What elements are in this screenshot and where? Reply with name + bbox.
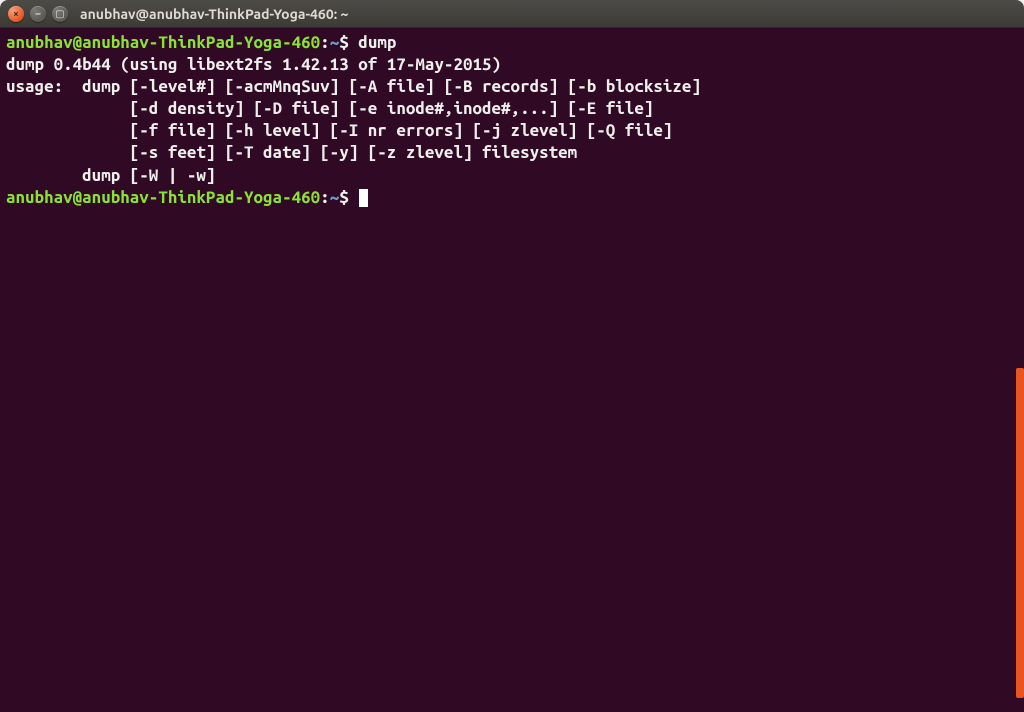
output-line: [-s feet] [-T date] [-y] [-z zlevel] fil… (6, 143, 577, 162)
output-line: usage: dump [-level#] [-acmMnqSuv] [-A f… (6, 77, 701, 96)
prompt-path: ~ (330, 188, 340, 207)
window-titlebar: × – ▢ anubhav@anubhav-ThinkPad-Yoga-460:… (0, 0, 1024, 28)
text-cursor (359, 189, 368, 207)
minimize-icon: – (36, 9, 41, 19)
prompt-path: ~ (330, 33, 340, 52)
output-line: [-f file] [-h level] [-I nr errors] [-j … (6, 121, 672, 140)
terminal-window: × – ▢ anubhav@anubhav-ThinkPad-Yoga-460:… (0, 0, 1024, 712)
close-icon: × (13, 9, 19, 19)
prompt-userhost: anubhav@anubhav-ThinkPad-Yoga-460 (6, 188, 320, 207)
output-line: [-d density] [-D file] [-e inode#,inode#… (6, 99, 653, 118)
window-title: anubhav@anubhav-ThinkPad-Yoga-460: ~ (80, 6, 348, 22)
minimize-button[interactable]: – (30, 6, 46, 22)
prompt-sigil: $ (339, 188, 349, 207)
prompt-userhost: anubhav@anubhav-ThinkPad-Yoga-460 (6, 33, 320, 52)
prompt-sigil: $ (339, 33, 349, 52)
close-button[interactable]: × (8, 6, 24, 22)
window-controls: × – ▢ (8, 6, 68, 22)
maximize-button[interactable]: ▢ (52, 6, 68, 22)
output-line: dump 0.4b44 (using libext2fs 1.42.13 of … (6, 55, 501, 74)
prompt-separator: : (320, 188, 330, 207)
terminal-content[interactable]: anubhav@anubhav-ThinkPad-Yoga-460:~$ dum… (6, 32, 1018, 209)
maximize-icon: ▢ (55, 9, 64, 19)
output-line: dump [-W | -w] (6, 166, 215, 185)
terminal-viewport[interactable]: anubhav@anubhav-ThinkPad-Yoga-460:~$ dum… (0, 28, 1024, 712)
command-entered: dump (358, 33, 396, 52)
prompt-separator: : (320, 33, 330, 52)
scrollbar-thumb[interactable] (1016, 368, 1024, 698)
